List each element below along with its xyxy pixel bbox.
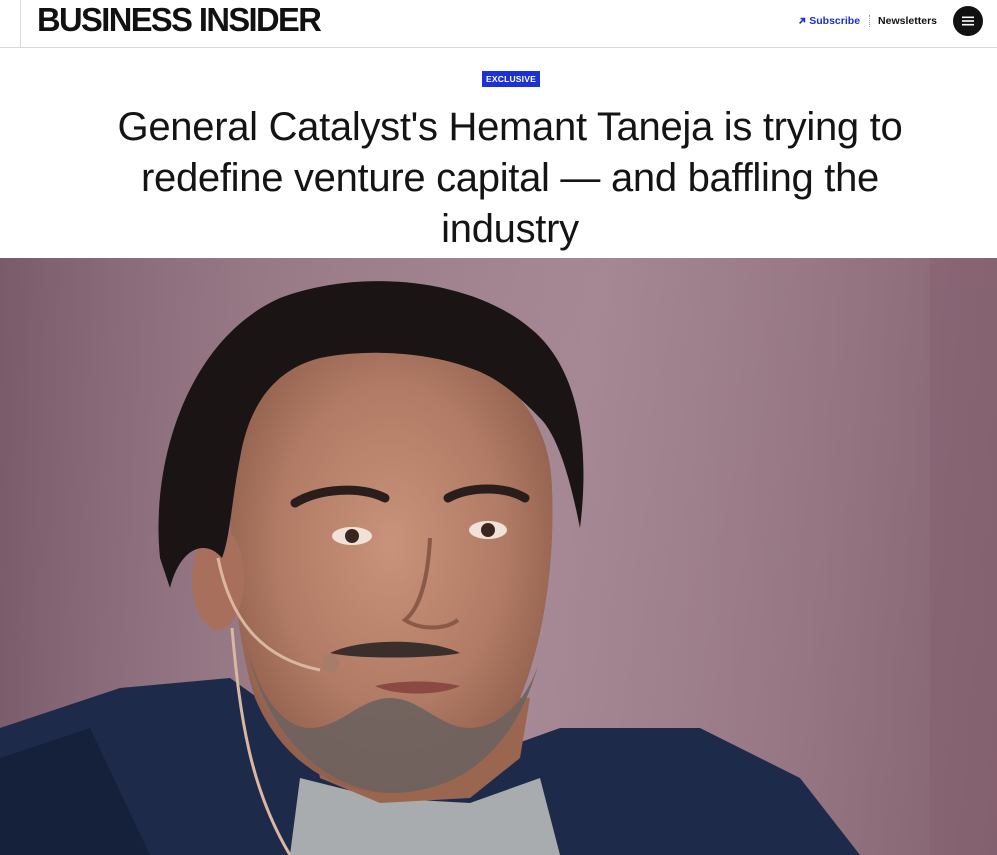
header-separator [869, 15, 871, 27]
exclusive-badge[interactable]: EXCLUSIVE [482, 71, 540, 87]
headline-line: industry [441, 207, 579, 251]
subscribe-link[interactable]: Subscribe [798, 15, 860, 27]
header-actions: Subscribe Newsletters [798, 5, 983, 37]
arrow-up-right-icon [799, 17, 806, 24]
headline-line: redefine venture capital — and baffling … [141, 156, 879, 200]
newsletters-link[interactable]: Newsletters [878, 15, 937, 27]
hamburger-menu-icon [962, 16, 974, 26]
header-divider [20, 0, 21, 47]
business-insider-logo[interactable]: BUSINESS INSIDER [37, 3, 322, 37]
hero-photo [0, 258, 997, 855]
subscribe-label: Subscribe [809, 15, 861, 27]
headline-line: General Catalyst's Hemant Taneja is tryi… [117, 105, 903, 149]
menu-button[interactable] [953, 6, 983, 36]
site-header: BUSINESS INSIDER Subscribe Newsletters [0, 0, 997, 48]
article-headline: General Catalyst's Hemant Taneja is tryi… [60, 102, 960, 255]
portrait-illustration [0, 258, 997, 855]
